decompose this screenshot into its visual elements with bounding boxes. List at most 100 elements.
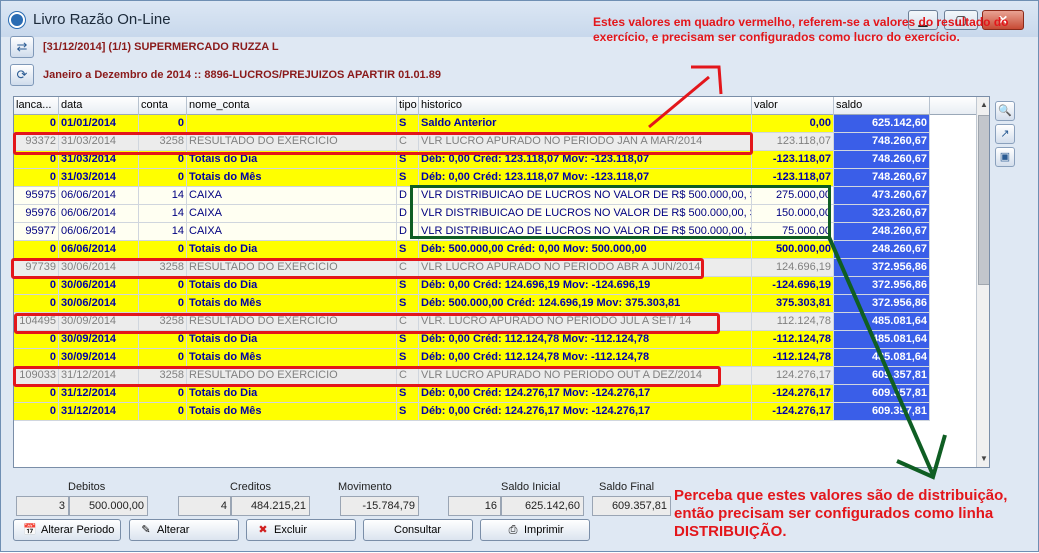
scroll-up-icon[interactable]: ▲ [977, 97, 989, 113]
cell-conta: 3258 [139, 259, 187, 277]
vertical-scrollbar[interactable]: ▲ ▼ [976, 97, 989, 467]
cell-lanc: 0 [14, 349, 59, 367]
calendar-icon: 📅 [23, 524, 37, 536]
table-row[interactable]: 97739 30/06/2014 3258 RESULTADO DO EXERCICI… [14, 259, 930, 277]
cell-data: 01/01/2014 [59, 115, 139, 133]
cell-hist: VLR DISTRIBUICAO DE LUCROS NO VALOR DE R… [419, 223, 752, 241]
table-row[interactable]: 0 30/09/2014 0 Totais do Mês S Déb: 0,00 Créd… [14, 349, 930, 367]
cell-lanc: 104495 [14, 313, 59, 331]
table-row[interactable]: 95976 06/06/2014 14 CAIXA D VLR DISTRIBUICAO … [14, 205, 930, 223]
cell-tipo: S [397, 169, 419, 187]
cell-hist: Déb: 0,00 Créd: 123.118,07 Mov: -123.118… [419, 169, 752, 187]
cell-lanc: 109033 [14, 367, 59, 385]
swap-arrows-icon[interactable]: ⇄ [10, 36, 34, 58]
cell-tipo: D [397, 187, 419, 205]
table-row[interactable]: 95975 06/06/2014 14 CAIXA D VLR DISTRIBUICAO … [14, 187, 930, 205]
cell-lanc: 0 [14, 295, 59, 313]
col-conta[interactable]: conta [139, 97, 187, 115]
export-icon[interactable]: ↗ [995, 124, 1015, 144]
col-historico[interactable]: historico [419, 97, 752, 115]
col-data[interactable]: data [59, 97, 139, 115]
ledger-window: Livro Razão On-Line ▁ ▢ ✕ ⇄ [31/12/2014]… [0, 0, 1039, 552]
cell-conta: 0 [139, 403, 187, 421]
table-row[interactable]: 95977 06/06/2014 14 CAIXA D VLR DISTRIBUICAO … [14, 223, 930, 241]
saldo-final-value: 609.357,81 [592, 496, 671, 516]
cell-conta: 14 [139, 205, 187, 223]
movimento-value: -15.784,79 [340, 496, 419, 516]
cell-nome: Totais do Mês [187, 295, 397, 313]
col-lancamento[interactable]: lanca... [14, 97, 59, 115]
table-row[interactable]: 0 30/06/2014 0 Totais do Mês S Déb: 500.000,0… [14, 295, 930, 313]
alterar-label: Alterar [157, 524, 190, 536]
cell-valor: -124.696,19 [752, 277, 834, 295]
excluir-button[interactable]: ✖ Excluir [246, 519, 356, 541]
window-title: Livro Razão On-Line [33, 11, 171, 28]
debitos-count: 3 [16, 496, 69, 516]
delete-icon: ✖ [258, 524, 268, 536]
table-row[interactable]: 93372 31/03/2014 3258 RESULTADO DO EXERCICI… [14, 133, 930, 151]
cell-conta: 3258 [139, 133, 187, 151]
creditos-count: 4 [178, 496, 231, 516]
refresh-icon[interactable]: ⟳ [10, 64, 34, 86]
ledger-grid: lanca... data conta nome_conta tipo hist… [13, 96, 990, 468]
table-row[interactable]: 0 01/01/2014 0 S Saldo Anterior 0,00 625.142,6… [14, 115, 930, 133]
scroll-thumb[interactable] [978, 115, 989, 285]
col-saldo[interactable]: saldo [834, 97, 930, 115]
cell-valor: 375.303,81 [752, 295, 834, 313]
movimento-label: Movimento [338, 481, 392, 493]
cell-saldo: 748.260,67 [834, 133, 930, 151]
table-row[interactable]: 0 30/09/2014 0 Totais do Dia S Déb: 0,00 Créd… [14, 331, 930, 349]
cell-saldo: 248.260,67 [834, 241, 930, 259]
alterar-button[interactable]: ✎ Alterar [129, 519, 239, 541]
cell-saldo: 748.260,67 [834, 151, 930, 169]
table-row[interactable]: 0 30/06/2014 0 Totais do Dia S Déb: 0,00 Créd… [14, 277, 930, 295]
print-small-icon[interactable]: ▣ [995, 147, 1015, 167]
consultar-button[interactable]: Consultar [363, 519, 473, 541]
cell-tipo: S [397, 331, 419, 349]
cell-nome: Totais do Dia [187, 331, 397, 349]
annotation-top: Estes valores em quadro vermelho, refere… [593, 15, 1009, 44]
table-row[interactable]: 0 31/03/2014 0 Totais do Mês S Déb: 0,00 Créd… [14, 169, 930, 187]
cell-lanc: 0 [14, 169, 59, 187]
col-nome-conta[interactable]: nome_conta [187, 97, 397, 115]
cell-tipo: S [397, 403, 419, 421]
cell-conta: 3258 [139, 367, 187, 385]
scroll-down-icon[interactable]: ▼ [977, 451, 989, 467]
cell-tipo: D [397, 223, 419, 241]
cell-nome: Totais do Dia [187, 151, 397, 169]
table-row[interactable]: 0 31/03/2014 0 Totais do Dia S Déb: 0,00 Créd… [14, 151, 930, 169]
cell-data: 30/06/2014 [59, 259, 139, 277]
table-row[interactable]: 0 06/06/2014 0 Totais do Dia S Déb: 500.000,0… [14, 241, 930, 259]
table-row[interactable]: 109033 31/12/2014 3258 RESULTADO DO EXERCIC… [14, 367, 930, 385]
saldo-final-label: Saldo Final [599, 481, 655, 493]
table-row[interactable]: 0 31/12/2014 0 Totais do Mês S Déb: 0,00 Créd… [14, 403, 930, 421]
cell-saldo: 625.142,60 [834, 115, 930, 133]
alterar-periodo-button[interactable]: 📅 Alterar Periodo [13, 519, 121, 541]
col-valor[interactable]: valor [752, 97, 834, 115]
cell-conta: 14 [139, 223, 187, 241]
cell-hist: Déb: 0,00 Créd: 112.124,78 Mov: -112.124… [419, 331, 752, 349]
cell-valor: 124.276,17 [752, 367, 834, 385]
imprimir-button[interactable]: ⎙ Imprimir [480, 519, 590, 541]
debitos-value: 500.000,00 [69, 496, 148, 516]
cell-valor: -124.276,17 [752, 385, 834, 403]
table-row[interactable]: 104495 30/09/2014 3258 RESULTADO DO EXERCIC… [14, 313, 930, 331]
cell-tipo: C [397, 133, 419, 151]
cell-lanc: 0 [14, 277, 59, 295]
cell-valor: 124.696,19 [752, 259, 834, 277]
cell-data: 31/03/2014 [59, 151, 139, 169]
cell-tipo: S [397, 295, 419, 313]
cell-tipo: C [397, 259, 419, 277]
cell-lanc: 0 [14, 241, 59, 259]
cell-tipo: C [397, 367, 419, 385]
search-icon[interactable]: 🔍 [995, 101, 1015, 121]
cell-lanc: 95976 [14, 205, 59, 223]
cell-lanc: 0 [14, 403, 59, 421]
top-arrow [691, 65, 723, 95]
table-row[interactable]: 0 31/12/2014 0 Totais do Dia S Déb: 0,00 Créd… [14, 385, 930, 403]
cell-tipo: S [397, 115, 419, 133]
cell-tipo: S [397, 241, 419, 259]
cell-data: 06/06/2014 [59, 223, 139, 241]
alterar-periodo-label: Alterar Periodo [41, 524, 115, 536]
col-tipo[interactable]: tipo [397, 97, 419, 115]
